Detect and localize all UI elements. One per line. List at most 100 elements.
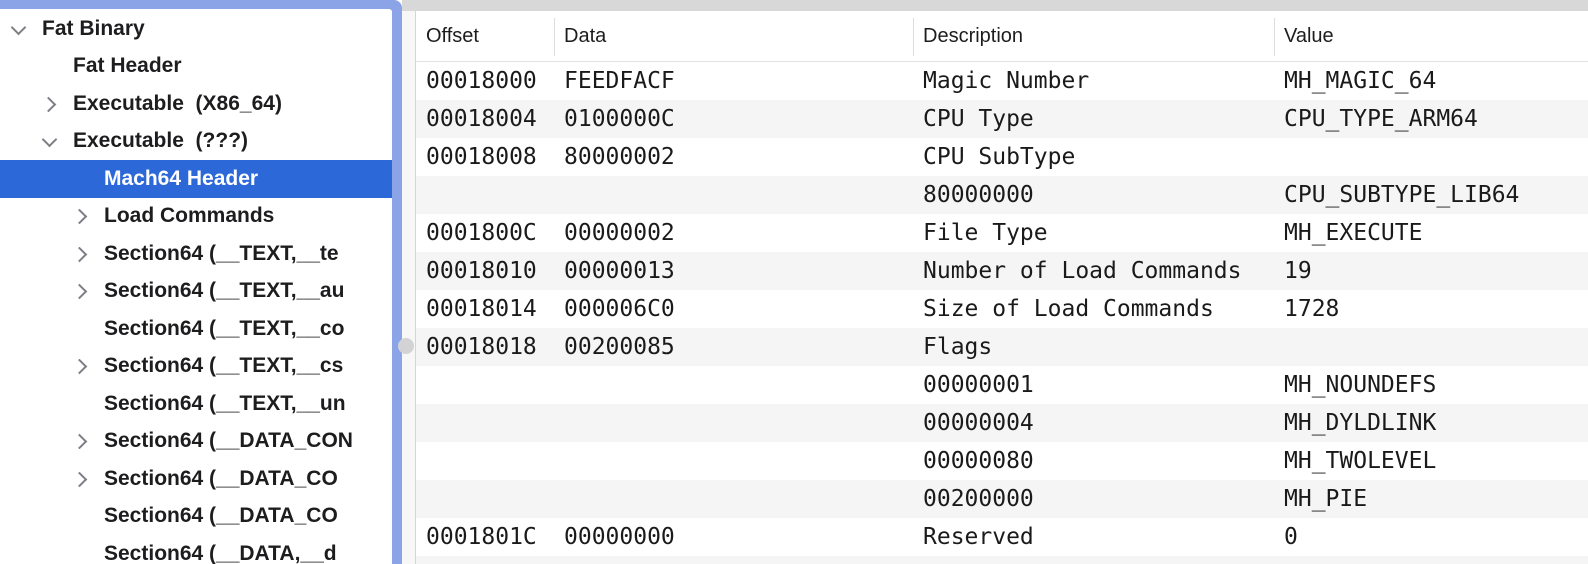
table-row[interactable]: 0001801800200085Flags (416, 328, 1588, 366)
table-row[interactable]: 00000080MH_TWOLEVEL (416, 442, 1588, 480)
chevron-right-icon[interactable] (68, 241, 94, 267)
column-header-description[interactable]: Description (913, 25, 1274, 48)
cell-value: 1728 (1274, 296, 1588, 322)
cell-description: Size of Load Commands (913, 296, 1274, 322)
chevron-placeholder (68, 541, 94, 564)
chevron-right-icon[interactable] (37, 91, 63, 117)
column-header-value[interactable]: Value (1274, 25, 1588, 48)
chevron-placeholder (68, 391, 94, 417)
cell-data: 00000002 (554, 220, 913, 246)
sidebar-item[interactable]: Section64 (__TEXT,__un (0, 385, 392, 423)
chevron-down-icon[interactable] (37, 128, 63, 154)
table-row[interactable]: 000180040100000CCPU TypeCPU_TYPE_ARM64 (416, 100, 1588, 138)
column-separator (1274, 18, 1275, 56)
table-row[interactable]: 80000000CPU_SUBTYPE_LIB64 (416, 176, 1588, 214)
cell-data: 00000013 (554, 258, 913, 284)
sidebar-item-label: Section64 (__DATA,__d (104, 542, 337, 564)
sidebar-item[interactable]: Load Commands (0, 198, 392, 236)
sidebar-item-label: Section64 (__DATA_CO (104, 504, 338, 528)
window-chrome-strip (402, 0, 1588, 11)
cell-value: MH_PIE (1274, 486, 1588, 512)
cell-offset: 00018000 (416, 68, 554, 94)
cell-value: MH_EXECUTE (1274, 220, 1588, 246)
sidebar-item[interactable]: Fat Header (0, 48, 392, 86)
header-fields-table: Offset Data Description Value 00018000FE… (415, 11, 1588, 564)
cell-value: CPU_TYPE_ARM64 (1274, 106, 1588, 132)
table-row[interactable]: 00018014000006C0Size of Load Commands172… (416, 290, 1588, 328)
sidebar-item-label: Mach64 Header (104, 167, 258, 191)
cell-offset: 00018010 (416, 258, 554, 284)
table-row[interactable]: 00000001MH_NOUNDEFS (416, 366, 1588, 404)
table-row[interactable] (416, 556, 1588, 564)
cell-value: CPU_SUBTYPE_LIB64 (1274, 182, 1588, 208)
cell-data: 000006C0 (554, 296, 913, 322)
chevron-right-icon[interactable] (68, 466, 94, 492)
table-row[interactable]: 00200000MH_PIE (416, 480, 1588, 518)
sidebar-item[interactable]: Section64 (__DATA,__d (0, 535, 392, 564)
chevron-down-icon[interactable] (6, 16, 32, 42)
table-row[interactable]: 0001801C00000000Reserved0 (416, 518, 1588, 556)
chevron-placeholder (37, 53, 63, 79)
sidebar-item[interactable]: Fat Binary (0, 10, 392, 48)
table-row[interactable]: 00018000FEEDFACFMagic NumberMH_MAGIC_64 (416, 62, 1588, 100)
sidebar-item-label: Section64 (__TEXT,__un (104, 392, 346, 416)
cell-description: File Type (913, 220, 1274, 246)
column-separator (913, 18, 914, 56)
sidebar-item[interactable]: Section64 (__TEXT,__te (0, 235, 392, 273)
chevron-placeholder (68, 166, 94, 192)
cell-value: MH_TWOLEVEL (1274, 448, 1588, 474)
cell-description: 00000001 (913, 372, 1274, 398)
sidebar-item-label: Executable (X86_64) (73, 92, 282, 116)
cell-description: 00000080 (913, 448, 1274, 474)
sidebar-tree-pane: Fat Binary Fat Header Executable (X86_64) E… (0, 9, 392, 564)
sidebar-item-label: Section64 (__TEXT,__au (104, 279, 344, 303)
sidebar-item-label: Section64 (__TEXT,__cs (104, 354, 343, 378)
cell-data: 00200085 (554, 334, 913, 360)
sidebar-item[interactable]: Section64 (__TEXT,__co (0, 310, 392, 348)
chevron-right-icon[interactable] (68, 428, 94, 454)
chevron-right-icon[interactable] (68, 353, 94, 379)
sidebar-item[interactable]: Executable (X86_64) (0, 85, 392, 123)
cell-value: 19 (1274, 258, 1588, 284)
column-header-offset[interactable]: Offset (416, 25, 554, 48)
sidebar-item-label: Fat Binary (42, 17, 145, 41)
cell-description: CPU SubType (913, 144, 1274, 170)
sidebar-item[interactable]: Section64 (__TEXT,__au (0, 273, 392, 311)
cell-value: MH_MAGIC_64 (1274, 68, 1588, 94)
sidebar-item[interactable]: Executable (???) (0, 123, 392, 161)
sidebar-item-label: Section64 (__DATA_CON (104, 429, 353, 453)
cell-offset: 00018004 (416, 106, 554, 132)
sidebar-item-label: Section64 (__TEXT,__te (104, 242, 339, 266)
cell-data: FEEDFACF (554, 68, 913, 94)
table-row[interactable]: 0001800880000002CPU SubType (416, 138, 1588, 176)
column-separator (554, 18, 555, 56)
cell-data: 0100000C (554, 106, 913, 132)
cell-offset: 00018018 (416, 334, 554, 360)
cell-description: 80000000 (913, 182, 1274, 208)
table-body: 00018000FEEDFACFMagic NumberMH_MAGIC_640… (416, 62, 1588, 564)
column-header-data[interactable]: Data (554, 25, 913, 48)
sidebar-item[interactable]: Mach64 Header (0, 160, 392, 198)
cell-value: MH_DYLDLINK (1274, 410, 1588, 436)
sidebar-item-label: Section64 (__TEXT,__co (104, 317, 344, 341)
chevron-right-icon[interactable] (68, 203, 94, 229)
splitter-handle[interactable] (398, 338, 414, 354)
cell-value: 0 (1274, 524, 1588, 550)
cell-description: 00200000 (913, 486, 1274, 512)
sidebar-item[interactable]: Section64 (__DATA_CO (0, 460, 392, 498)
cell-description: 00000004 (913, 410, 1274, 436)
table-row[interactable]: 0001801000000013Number of Load Commands1… (416, 252, 1588, 290)
table-row[interactable]: 00000004MH_DYLDLINK (416, 404, 1588, 442)
chevron-right-icon[interactable] (68, 278, 94, 304)
table-row[interactable]: 0001800C00000002File TypeMH_EXECUTE (416, 214, 1588, 252)
table-header-row: Offset Data Description Value (416, 11, 1588, 62)
cell-value: MH_NOUNDEFS (1274, 372, 1588, 398)
cell-data: 00000000 (554, 524, 913, 550)
sidebar-item-label: Fat Header (73, 54, 182, 78)
sidebar-item[interactable]: Section64 (__DATA_CO (0, 498, 392, 536)
cell-description: Reserved (913, 524, 1274, 550)
cell-offset: 00018008 (416, 144, 554, 170)
sidebar-item[interactable]: Section64 (__TEXT,__cs (0, 348, 392, 386)
cell-data: 80000002 (554, 144, 913, 170)
sidebar-item[interactable]: Section64 (__DATA_CON (0, 423, 392, 461)
